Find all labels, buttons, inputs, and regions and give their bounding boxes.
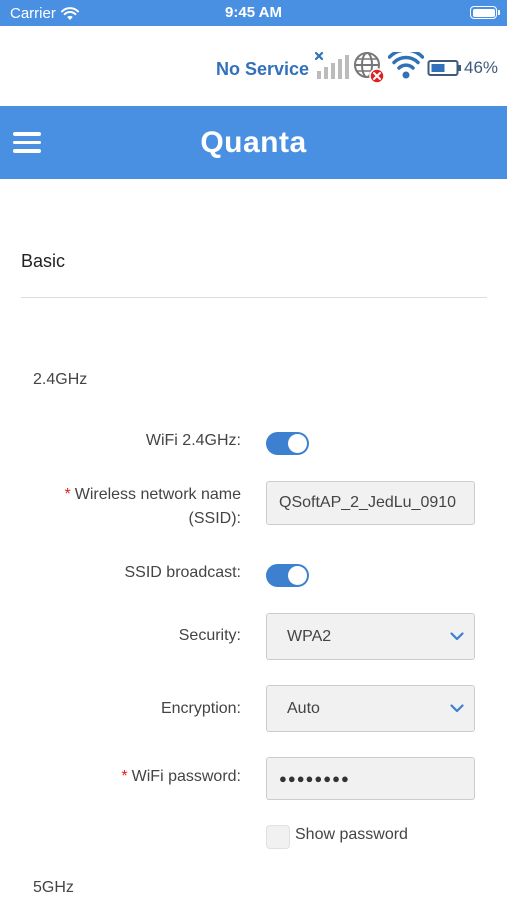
band-5-title: 5GHz [33, 879, 74, 896]
service-status: No Service [216, 59, 310, 79]
router-wifi-icon [388, 52, 424, 79]
encryption-select[interactable]: Auto [266, 685, 475, 732]
divider [21, 297, 487, 298]
encryption-label: Encryption: [160, 700, 241, 717]
app-header: Quanta [0, 106, 507, 179]
router-battery-icon [427, 60, 461, 76]
security-label: Security: [178, 627, 241, 644]
show-password-checkbox[interactable] [266, 825, 290, 849]
encryption-value: Auto [287, 699, 320, 717]
no-signal-icon [314, 51, 349, 79]
ssid-field[interactable]: QSoftAP_2_JedLu_0910 [266, 481, 475, 525]
battery-icon [470, 6, 500, 19]
clock: 9:45 AM [225, 4, 282, 21]
chevron-down-icon [450, 703, 464, 712]
ssid-label: * Wireless network name (SSID): [64, 486, 241, 527]
ssid-value: QSoftAP_2_JedLu_0910 [279, 494, 457, 511]
ios-status-bar: Carrier 9:45 AM [0, 0, 507, 26]
security-select[interactable]: WPA2 [266, 613, 475, 660]
battery-percent: 46% [464, 58, 499, 77]
band-24-title: 2.4GHz [33, 371, 88, 388]
password-label: * WiFi password: [121, 768, 241, 785]
app-title: Quanta [200, 126, 307, 159]
show-password-label: Show password [295, 826, 408, 843]
ssid-broadcast-toggle[interactable] [266, 564, 309, 587]
password-masked: ●●●●●●●● [279, 771, 350, 786]
wifi-24-toggle[interactable] [266, 432, 309, 455]
ssid-broadcast-label: SSID broadcast: [124, 564, 242, 581]
password-field[interactable]: ●●●●●●●● [266, 757, 475, 800]
globe-disconnected-icon [354, 52, 385, 84]
router-status-bar: No Service 46% [0, 26, 507, 106]
section-title: Basic [21, 251, 66, 271]
wifi-24-label: WiFi 2.4GHz: [145, 432, 241, 449]
chevron-down-icon [450, 631, 464, 640]
security-value: WPA2 [287, 627, 332, 645]
